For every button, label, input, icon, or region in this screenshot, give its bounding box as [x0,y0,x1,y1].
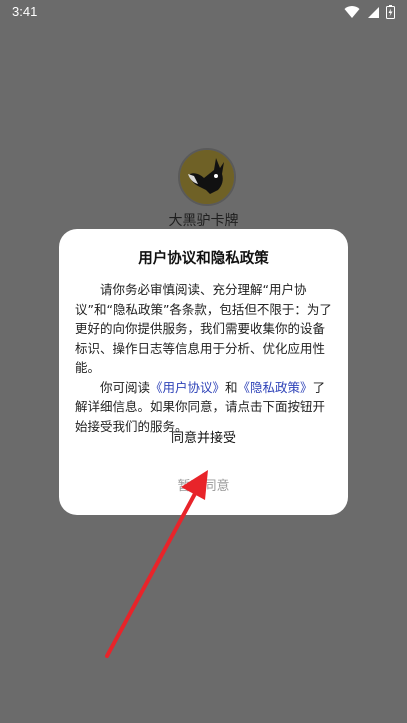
accept-button[interactable]: 同意并接受 [59,427,348,446]
status-icons [344,4,395,23]
paragraph-2-prefix: 你可阅读 [100,379,151,395]
privacy-policy-link[interactable]: 《隐私政策》 [238,380,313,395]
status-bar: 3:41 [0,0,407,24]
paragraph-2-and: 和 [225,379,238,395]
dialog-body: 请你务必审慎阅读、充分理解“用户协议”和“隐私政策”各条款，包括但不限于：为了更… [75,280,332,436]
battery-icon [386,4,395,23]
app-name: 大黑驴卡牌 [168,213,239,229]
donkey-icon [180,150,234,204]
app-logo [178,148,236,206]
status-time: 3:41 [12,4,38,19]
signal-icon [366,4,380,23]
privacy-dialog: 用户协议和隐私政策 请你务必审慎阅读、充分理解“用户协议”和“隐私政策”各条款，… [59,229,348,515]
dialog-title: 用户协议和隐私政策 [138,251,269,267]
wifi-icon [344,4,360,23]
decline-button[interactable]: 暂不同意 [59,475,348,494]
user-agreement-link[interactable]: 《用户协议》 [150,380,225,395]
dialog-paragraph-1: 请你务必审慎阅读、充分理解“用户协议”和“隐私政策”各条款，包括但不限于：为了更… [75,282,332,375]
